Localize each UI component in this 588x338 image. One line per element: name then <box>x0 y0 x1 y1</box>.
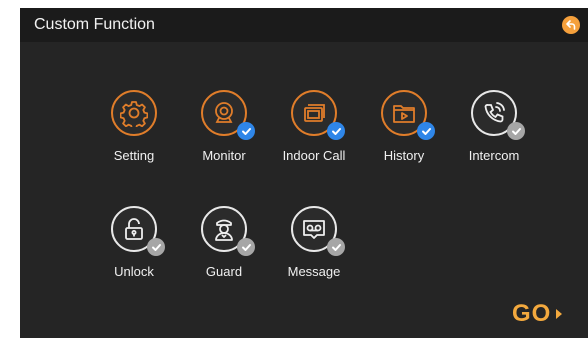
tile-label: Unlock <box>114 264 154 279</box>
selected-check-icon <box>237 122 255 140</box>
unlock-icon <box>125 218 143 240</box>
header-bar: Custom Function <box>20 8 588 42</box>
guard-icon <box>215 219 233 241</box>
tile-label: Setting <box>113 148 155 163</box>
check-icon <box>147 238 165 256</box>
phone-icon <box>484 102 505 123</box>
back-arrow-icon <box>566 20 576 30</box>
go-button[interactable]: GO <box>512 300 564 328</box>
selected-check-icon <box>417 122 435 140</box>
tile-label: Monitor <box>202 148 246 163</box>
tile-label: Intercom <box>468 148 520 163</box>
check-icon <box>237 238 255 256</box>
go-label: GO <box>512 300 552 327</box>
folder-icon <box>393 105 415 123</box>
tile-unlock[interactable]: Unlock <box>89 206 179 296</box>
gear-icon <box>120 101 148 127</box>
tile-label: Guard <box>205 264 243 279</box>
check-icon <box>507 122 525 140</box>
tile-label: History <box>383 148 425 163</box>
tile-indoor-call[interactable]: Indoor Call <box>269 90 359 180</box>
check-icon <box>327 238 345 256</box>
tile-label: Message <box>287 264 341 279</box>
main-screen: Custom Function Setting Monitor Indoor C… <box>20 8 588 338</box>
voicemail-icon <box>303 220 325 239</box>
setting-circle <box>111 90 157 136</box>
tile-intercom[interactable]: Intercom <box>449 90 539 180</box>
tile-label: Indoor Call <box>282 148 346 163</box>
camera-icon <box>215 102 233 123</box>
tile-guard[interactable]: Guard <box>179 206 269 296</box>
tile-message[interactable]: Message <box>269 206 359 296</box>
tile-monitor[interactable]: Monitor <box>179 90 269 180</box>
tile-setting[interactable]: Setting <box>89 90 179 180</box>
play-arrow-icon <box>556 309 563 319</box>
tile-history[interactable]: History <box>359 90 449 180</box>
back-button[interactable] <box>562 16 580 34</box>
page-title: Custom Function <box>34 16 155 33</box>
selected-check-icon <box>327 122 345 140</box>
indoor-call-icon <box>304 104 325 122</box>
